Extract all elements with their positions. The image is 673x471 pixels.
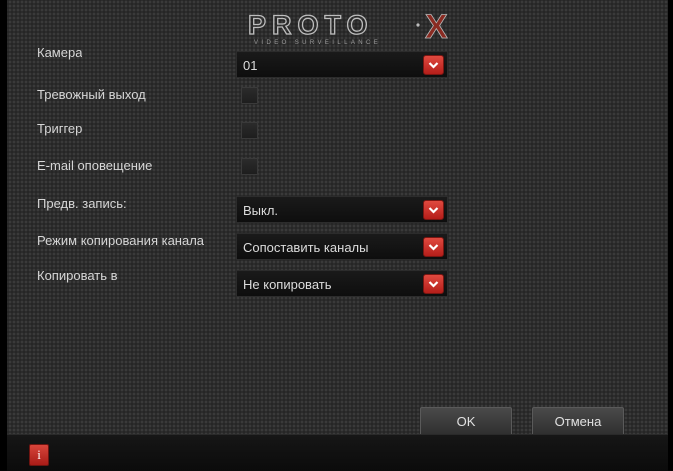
logo-brand: PROTO (248, 10, 374, 40)
logo-tagline: VIDEO SURVEILLANCE (254, 40, 381, 46)
alarm-output-label: Тревожный выход (37, 87, 146, 102)
proto-x-logo: PROTO X VIDEO SURVEILLANCE (244, 8, 476, 48)
email-alert-label: E-mail оповещение (37, 158, 153, 173)
copy-mode-label: Режим копирования канала (37, 233, 205, 248)
chevron-down-icon[interactable] (423, 200, 444, 220)
left-border (0, 0, 7, 470)
info-glyph: i (37, 447, 41, 462)
pre-record-dropdown[interactable]: Выкл. (236, 196, 448, 223)
copy-mode-value: Сопоставить каналы (243, 240, 369, 255)
cancel-button[interactable]: Отмена (532, 407, 624, 437)
chevron-down-icon[interactable] (423, 55, 444, 75)
logo-mark: X (425, 10, 448, 46)
chevron-down-icon[interactable] (423, 274, 444, 294)
email-alert-checkbox[interactable] (241, 158, 258, 175)
copy-to-dropdown[interactable]: Не копировать (236, 270, 448, 297)
camera-value: 01 (243, 58, 258, 73)
pre-record-label: Предв. запись: (37, 196, 127, 211)
trigger-checkbox[interactable] (241, 122, 258, 139)
copy-to-label: Копировать в (37, 268, 118, 283)
info-icon[interactable]: i (29, 444, 49, 466)
status-bar (7, 434, 668, 471)
pre-record-value: Выкл. (243, 203, 279, 218)
chevron-down-icon[interactable] (423, 237, 444, 257)
right-border (668, 0, 673, 470)
camera-label: Камера (37, 45, 83, 60)
ok-button[interactable]: OK (420, 407, 512, 437)
camera-dropdown[interactable]: 01 (236, 51, 448, 78)
copy-mode-dropdown[interactable]: Сопоставить каналы (236, 233, 448, 260)
trigger-label: Триггер (37, 121, 83, 136)
copy-to-value: Не копировать (243, 277, 332, 292)
alarm-output-checkbox[interactable] (241, 87, 258, 104)
